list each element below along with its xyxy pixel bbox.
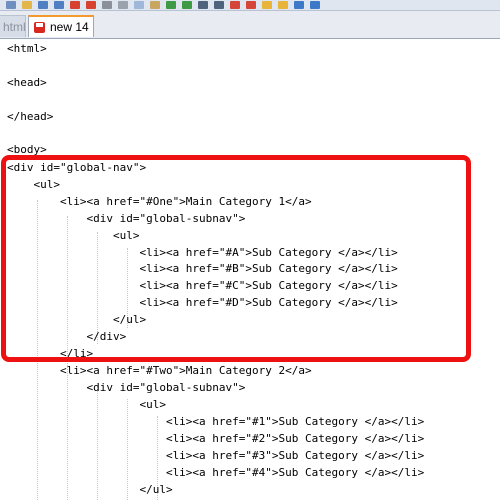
code-line: </head> xyxy=(7,110,54,123)
code-line: <li><a href="#B">Sub Category </a></li> xyxy=(7,262,398,275)
tab-html[interactable]: html xyxy=(0,15,26,37)
unsaved-file-icon xyxy=(34,21,45,33)
tab-bar: html new 14 xyxy=(0,11,500,39)
code-line: <head> xyxy=(7,76,47,89)
find-icon[interactable] xyxy=(198,1,208,9)
copy-icon[interactable] xyxy=(134,1,144,9)
code-line: <body> xyxy=(7,143,47,156)
code-line: <li><a href="#2">Sub Category </a></li> xyxy=(7,432,425,445)
cut-icon[interactable] xyxy=(118,1,128,9)
close-icon[interactable] xyxy=(70,1,80,9)
code-line: </ul> xyxy=(7,483,173,496)
code-line: <ul> xyxy=(7,229,140,242)
code-line: <li><a href="#Two">Main Category 2</a> xyxy=(7,364,312,377)
paste-icon[interactable] xyxy=(150,1,160,9)
code-line: <div id="global-subnav"> xyxy=(7,212,246,225)
save-icon[interactable] xyxy=(38,1,48,9)
code-line: <li><a href="#A">Sub Category </a></li> xyxy=(7,246,398,259)
code-line: </li> xyxy=(7,347,94,360)
code-line: </div> xyxy=(7,330,127,343)
code-line: <li><a href="#C">Sub Category </a></li> xyxy=(7,279,398,292)
new-file-icon[interactable] xyxy=(6,1,16,9)
code-editor[interactable]: <html> <head> </head> <body> <div id="gl… xyxy=(0,40,500,500)
main-toolbar xyxy=(0,0,500,11)
code-line: </ul> xyxy=(7,313,147,326)
tab-label: html xyxy=(3,19,26,34)
code-line: <div id="global-nav"> xyxy=(7,161,147,174)
replace-icon[interactable] xyxy=(214,1,224,9)
code-line: <li><a href="#3">Sub Category </a></li> xyxy=(7,449,425,462)
undo-icon[interactable] xyxy=(166,1,176,9)
code-line: <li><a href="#D">Sub Category </a></li> xyxy=(7,296,398,309)
tab-label: new 14 xyxy=(50,20,89,34)
code-line: <li><a href="#4">Sub Category </a></li> xyxy=(7,466,425,479)
open-file-icon[interactable] xyxy=(22,1,32,9)
tab-new-14[interactable]: new 14 xyxy=(28,15,94,37)
code-line: <li><a href="#1">Sub Category </a></li> xyxy=(7,415,425,428)
print-icon[interactable] xyxy=(102,1,112,9)
zoom-in-icon[interactable] xyxy=(230,1,240,9)
code-line: <ul> xyxy=(7,178,60,191)
code-line: <ul> xyxy=(7,398,166,411)
indent-guide-icon[interactable] xyxy=(310,1,320,9)
zoom-out-icon[interactable] xyxy=(246,1,256,9)
close-all-icon[interactable] xyxy=(86,1,96,9)
sync-h-icon[interactable] xyxy=(278,1,288,9)
code-line: <html> xyxy=(7,42,47,55)
code-line: <div id="global-subnav"> xyxy=(7,381,246,394)
sync-v-icon[interactable] xyxy=(262,1,272,9)
code-line: <li><a href="#One">Main Category 1</a> xyxy=(7,195,312,208)
redo-icon[interactable] xyxy=(182,1,192,9)
wrap-icon[interactable] xyxy=(294,1,304,9)
save-all-icon[interactable] xyxy=(54,1,64,9)
